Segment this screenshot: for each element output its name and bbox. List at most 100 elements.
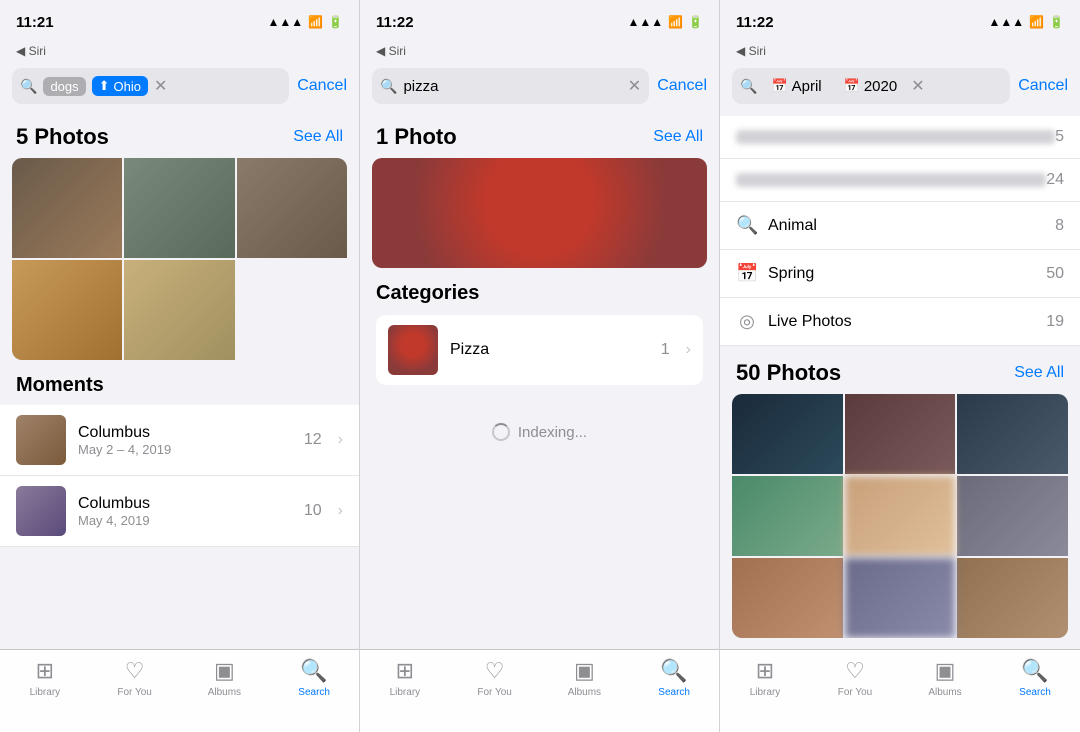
signal-icon-1: ▲▲▲	[267, 15, 303, 29]
upload-icon: ⬆	[99, 78, 110, 94]
tab-albums-2[interactable]: ▣ Albums	[540, 658, 630, 698]
cat-row-livephotos[interactable]: ◎ Live Photos 19	[720, 298, 1080, 346]
blurred-text-2	[736, 173, 1046, 187]
pizza-photo[interactable]	[372, 158, 707, 268]
blurred-row-2[interactable]: 24	[720, 159, 1080, 202]
siri-label-1: ◀ Siri	[0, 44, 359, 60]
april-photo-5[interactable]	[845, 476, 956, 556]
cancel-button-3[interactable]: Cancel	[1018, 77, 1068, 95]
april-photo-2[interactable]	[845, 394, 956, 474]
search-tag-dogs: dogs	[43, 77, 85, 96]
moment-info-2: Columbus May 4, 2019	[78, 495, 292, 528]
tab-label-albums-2: Albums	[568, 687, 601, 698]
tab-library-2[interactable]: ⊞ Library	[360, 658, 450, 698]
dog-photo-2[interactable]	[124, 158, 234, 258]
photos-header-2: 1 Photo See All	[360, 112, 719, 158]
tab-library-3[interactable]: ⊞ Library	[720, 658, 810, 698]
see-all-1[interactable]: See All	[293, 128, 343, 146]
moment-chevron-1: ›	[338, 431, 343, 449]
search-bar-2: 🔍 pizza ✕ Cancel	[360, 60, 719, 112]
tab-label-albums-1: Albums	[208, 687, 241, 698]
dog-photos-grid	[12, 158, 347, 360]
see-all-2[interactable]: See All	[653, 128, 703, 146]
calendar-icon-2020: 📅	[844, 78, 860, 94]
foryou-icon-1: ♡	[125, 658, 145, 684]
siri-label-2: ◀ Siri	[360, 44, 719, 60]
wifi-icon-1: 📶	[308, 15, 323, 29]
tab-bar-3: ⊞ Library ♡ For You ▣ Albums 🔍 Search	[720, 649, 1080, 732]
tab-library-1[interactable]: ⊞ Library	[0, 658, 90, 698]
tab-search-3[interactable]: 🔍 Search	[990, 658, 1080, 698]
april-photo-7[interactable]	[732, 558, 843, 638]
pizza-photo-inner	[372, 158, 707, 268]
april-photo-3[interactable]	[957, 394, 1068, 474]
search-tag-april: 📅 April	[763, 75, 829, 98]
tab-label-albums-3: Albums	[928, 687, 961, 698]
photos-count-1: 5 Photos	[16, 124, 109, 150]
april-photo-4[interactable]	[732, 476, 843, 556]
april-photo-6[interactable]	[957, 476, 1068, 556]
april-photo-1[interactable]	[732, 394, 843, 474]
cancel-button-2[interactable]: Cancel	[657, 77, 707, 95]
cat-label-livephotos: Live Photos	[768, 313, 1036, 331]
search-clear-2[interactable]: ✕	[628, 76, 641, 96]
tab-bar-2: ⊞ Library ♡ For You ▣ Albums 🔍 Search	[360, 649, 719, 732]
moment-date-2: May 4, 2019	[78, 513, 292, 528]
search-bar-1: 🔍 dogs ⬆Ohio ✕ Cancel	[0, 60, 359, 112]
dog-photo-4[interactable]	[12, 260, 122, 360]
april-photo-8[interactable]	[845, 558, 956, 638]
tab-albums-3[interactable]: ▣ Albums	[900, 658, 990, 698]
april-photo-9[interactable]	[957, 558, 1068, 638]
status-bar-1: 11:21 ▲▲▲ 📶 🔋	[0, 0, 359, 44]
tab-label-foryou-2: For You	[477, 687, 511, 698]
panel-dogs: 11:21 ▲▲▲ 📶 🔋 ◀ Siri 🔍 dogs ⬆Ohio ✕ Canc…	[0, 0, 360, 732]
search-icon-2: 🔍	[380, 78, 397, 95]
tab-albums-1[interactable]: ▣ Albums	[180, 658, 270, 698]
moment-thumb-2	[16, 486, 66, 536]
search-input-wrap-2[interactable]: 🔍 pizza ✕	[372, 68, 649, 104]
albums-icon-3: ▣	[935, 658, 956, 684]
cat-count-animal: 8	[1055, 217, 1064, 235]
moment-count-2: 10	[304, 502, 322, 520]
search-icon-1: 🔍	[20, 78, 37, 95]
foryou-icon-3: ♡	[845, 658, 865, 684]
foryou-icon-2: ♡	[485, 658, 505, 684]
moment-thumb-1	[16, 415, 66, 465]
indexing-text: Indexing...	[518, 424, 587, 441]
categories-section: Categories Pizza 1 ›	[360, 268, 719, 393]
blurred-count-1: 5	[1055, 128, 1064, 146]
tab-foryou-2[interactable]: ♡ For You	[450, 658, 540, 698]
moment-date-1: May 2 – 4, 2019	[78, 442, 292, 457]
dog-photo-5[interactable]	[124, 260, 234, 360]
see-all-3[interactable]: See All	[1014, 364, 1064, 382]
search-text-pizza[interactable]: pizza	[403, 78, 621, 95]
tab-search-2[interactable]: 🔍 Search	[629, 658, 719, 698]
moment-row-2[interactable]: Columbus May 4, 2019 10 ›	[0, 476, 359, 547]
tab-foryou-3[interactable]: ♡ For You	[810, 658, 900, 698]
search-tab-icon-2: 🔍	[660, 658, 687, 684]
cancel-button-1[interactable]: Cancel	[297, 77, 347, 95]
cat-label-animal: Animal	[768, 217, 1045, 235]
search-tab-icon-1: 🔍	[300, 658, 327, 684]
tab-search-1[interactable]: 🔍 Search	[269, 658, 359, 698]
cat-row-animal[interactable]: 🔍 Animal 8	[720, 202, 1080, 250]
categories-title: Categories	[376, 282, 703, 305]
status-time-3: 11:22	[736, 14, 774, 31]
search-clear-1[interactable]: ✕	[154, 76, 167, 96]
search-clear-3[interactable]: ✕	[911, 76, 924, 96]
category-row-pizza[interactable]: Pizza 1 ›	[376, 315, 703, 385]
dog-photo-3[interactable]	[237, 158, 347, 258]
moment-row-1[interactable]: Columbus May 2 – 4, 2019 12 ›	[0, 405, 359, 476]
search-tag-2020: 📅 2020	[836, 75, 906, 98]
status-icons-2: ▲▲▲ 📶 🔋	[627, 15, 703, 29]
category-thumb-pizza	[388, 325, 438, 375]
library-icon-1: ⊞	[36, 658, 54, 684]
search-input-wrap-3[interactable]: 🔍 📅 April 📅 2020 ✕	[732, 68, 1010, 104]
tab-foryou-1[interactable]: ♡ For You	[90, 658, 180, 698]
dog-photo-1[interactable]	[12, 158, 122, 258]
cat-row-spring[interactable]: 📅 Spring 50	[720, 250, 1080, 298]
search-input-wrap-1[interactable]: 🔍 dogs ⬆Ohio ✕	[12, 68, 289, 104]
blurred-row-1[interactable]: 5	[720, 116, 1080, 159]
category-count-pizza: 1	[661, 341, 670, 359]
cat-label-spring: Spring	[768, 265, 1036, 283]
